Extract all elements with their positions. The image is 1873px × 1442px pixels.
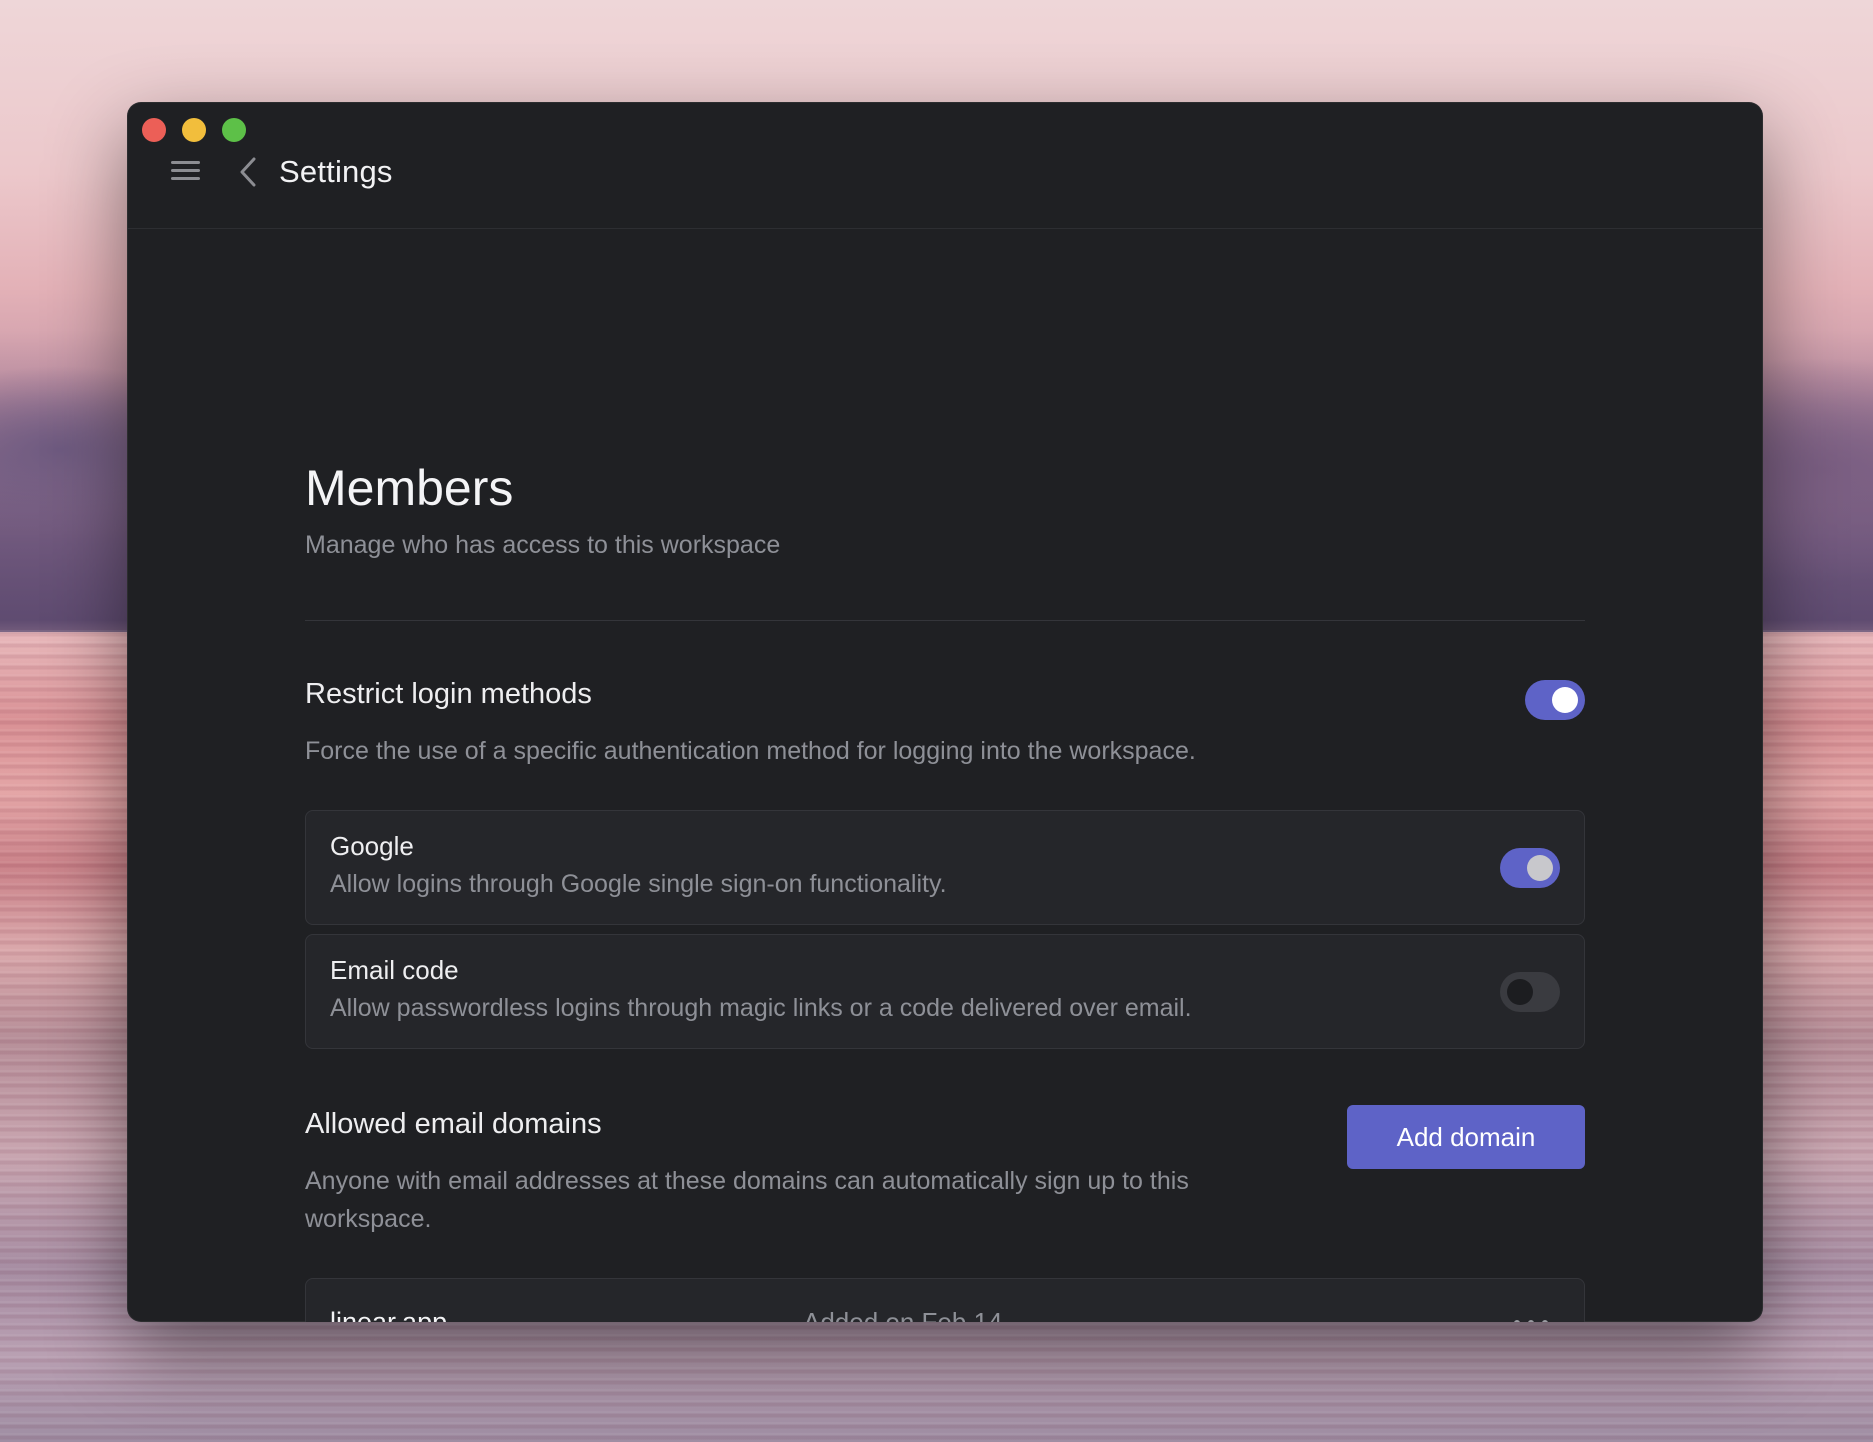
- page-subtitle: Manage who has access to this workspace: [305, 531, 781, 559]
- domain-added-date: Added on Feb 14: [803, 1307, 1003, 1322]
- title-bar: Settings: [127, 102, 1763, 229]
- toggle-knob: [1552, 687, 1578, 713]
- login-method-title: Google: [330, 831, 414, 861]
- toggle-knob: [1527, 855, 1553, 881]
- allowed-domains-title: Allowed email domains: [305, 1108, 602, 1140]
- login-method-email-code: Email code Allow passwordless logins thr…: [305, 934, 1585, 1049]
- minimize-window-button[interactable]: [182, 118, 206, 142]
- window-title: Settings: [279, 154, 393, 189]
- login-method-title: Email code: [330, 955, 459, 985]
- more-icon[interactable]: [1514, 1309, 1548, 1322]
- restrict-login-description: Force the use of a specific authenticati…: [305, 737, 1196, 765]
- menu-icon[interactable]: [171, 161, 200, 183]
- toggle-knob: [1507, 979, 1533, 1005]
- login-method-google: Google Allow logins through Google singl…: [305, 810, 1585, 925]
- chevron-left-icon[interactable]: [237, 156, 261, 188]
- login-method-description: Allow logins through Google single sign-…: [330, 870, 947, 898]
- login-method-description: Allow passwordless logins through magic …: [330, 994, 1192, 1022]
- restrict-login-title: Restrict login methods: [305, 678, 592, 710]
- close-window-button[interactable]: [142, 118, 166, 142]
- email-code-login-toggle[interactable]: [1500, 972, 1560, 1012]
- add-domain-button[interactable]: Add domain: [1347, 1105, 1585, 1169]
- window-controls: [142, 118, 246, 142]
- restrict-login-toggle[interactable]: [1525, 680, 1585, 720]
- domain-row: linear.app Added on Feb 14: [305, 1278, 1585, 1322]
- allowed-domains-description: Anyone with email addresses at these dom…: [305, 1167, 1189, 1233]
- maximize-window-button[interactable]: [222, 118, 246, 142]
- google-login-toggle[interactable]: [1500, 848, 1560, 888]
- divider: [305, 620, 1585, 621]
- page-title: Members: [305, 460, 514, 516]
- domain-name: linear.app: [330, 1307, 448, 1322]
- settings-window: Settings Members Manage who has access t…: [127, 102, 1763, 1322]
